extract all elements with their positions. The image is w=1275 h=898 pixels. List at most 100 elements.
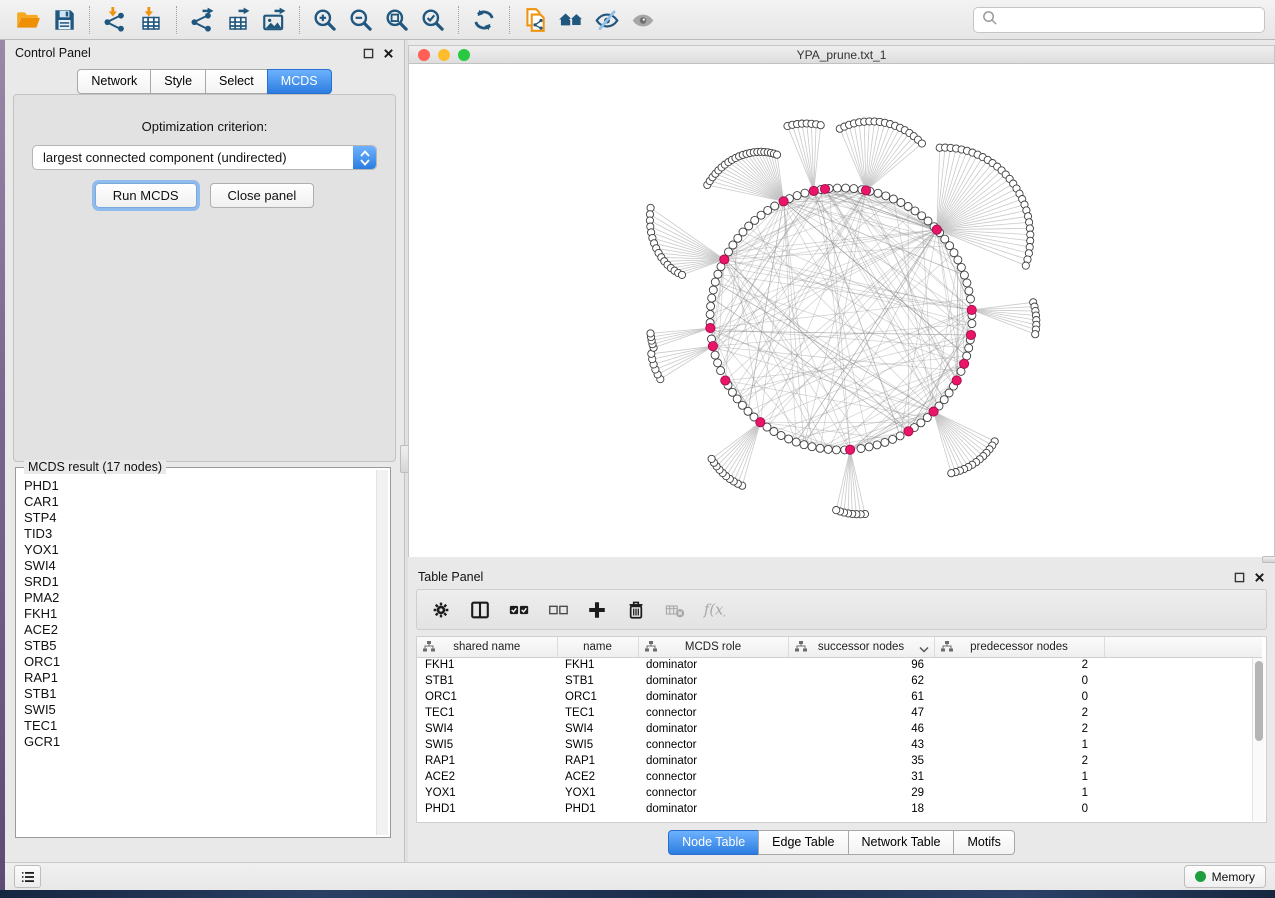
satellite-node[interactable] (918, 140, 925, 147)
network-canvas[interactable] (409, 64, 1274, 557)
ring-node[interactable] (960, 271, 968, 279)
ring-node[interactable] (711, 351, 719, 359)
import-network-button[interactable] (97, 4, 133, 36)
cell-predecessor-nodes[interactable]: 2 (934, 721, 1104, 737)
ring-node[interactable] (889, 195, 897, 203)
status-menu-button[interactable] (14, 865, 41, 888)
cell-shared-name[interactable]: STB1 (417, 673, 557, 689)
ring-node[interactable] (833, 184, 841, 192)
zoom-selected-button[interactable] (415, 4, 451, 36)
ring-node[interactable] (785, 435, 793, 443)
export-table-button[interactable] (220, 4, 256, 36)
column-header-name[interactable]: name (557, 637, 638, 657)
cell-predecessor-nodes[interactable]: 1 (934, 737, 1104, 753)
cell-predecessor-nodes[interactable]: 2 (934, 657, 1104, 673)
tab-edge-table[interactable]: Edge Table (758, 830, 848, 855)
mcds-hub-node[interactable] (960, 359, 969, 368)
mcds-result-item[interactable]: STP4 (24, 510, 374, 526)
cell-mcds-role[interactable]: connector (638, 769, 788, 785)
column-header-MCDS-role[interactable]: MCDS role (638, 637, 788, 657)
cell-shared-name[interactable]: YOX1 (417, 785, 557, 801)
mcds-result-item[interactable]: PMA2 (24, 590, 374, 606)
cell-name[interactable]: ACE2 (557, 769, 638, 785)
tab-style[interactable]: Style (150, 69, 206, 94)
ring-node[interactable] (711, 278, 719, 286)
cell-name[interactable]: RAP1 (557, 753, 638, 769)
ring-node[interactable] (717, 367, 725, 375)
tab-network-table[interactable]: Network Table (848, 830, 955, 855)
cell-predecessor-nodes[interactable]: 0 (934, 689, 1104, 705)
table-row[interactable]: SWI5SWI5connector431 (417, 737, 1262, 753)
table-row[interactable]: FKH1FKH1dominator962 (417, 657, 1262, 673)
ring-node[interactable] (816, 444, 824, 452)
cell-shared-name[interactable]: SWI5 (417, 737, 557, 753)
cell-name[interactable]: SWI4 (557, 721, 638, 737)
ring-node[interactable] (714, 359, 722, 367)
maximize-window-icon[interactable] (458, 49, 470, 61)
column-header-predecessor-nodes[interactable]: predecessor nodes (934, 637, 1104, 657)
cell-shared-name[interactable]: TEC1 (417, 705, 557, 721)
zoom-out-button[interactable] (343, 4, 379, 36)
cell-shared-name[interactable]: SWI4 (417, 721, 557, 737)
cell-mcds-role[interactable]: dominator (638, 689, 788, 705)
cell-mcds-role[interactable]: connector (638, 785, 788, 801)
mcds-hub-node[interactable] (967, 305, 976, 314)
close-panel-icon[interactable] (1254, 572, 1265, 583)
ring-node[interactable] (946, 242, 954, 250)
import-table-button[interactable] (133, 4, 169, 36)
ring-node[interactable] (714, 270, 722, 278)
cell-mcds-role[interactable]: dominator (638, 753, 788, 769)
add-button[interactable] (585, 598, 609, 622)
columns-button[interactable] (468, 598, 492, 622)
duplicate-network-button[interactable] (517, 4, 553, 36)
select-all-button[interactable] (507, 598, 531, 622)
ring-node[interactable] (792, 438, 800, 446)
satellite-node[interactable] (708, 455, 715, 462)
mcds-hub-node[interactable] (846, 445, 855, 454)
ring-node[interactable] (896, 432, 904, 440)
ring-node[interactable] (965, 344, 973, 352)
deselect-all-button[interactable] (546, 598, 570, 622)
mcds-hub-node[interactable] (756, 418, 765, 427)
mcds-result-item[interactable]: GCR1 (24, 734, 374, 750)
mcds-hub-node[interactable] (721, 376, 730, 385)
cell-successor-nodes[interactable]: 61 (788, 689, 934, 705)
cell-predecessor-nodes[interactable]: 0 (934, 673, 1104, 689)
cell-name[interactable]: STB1 (557, 673, 638, 689)
horizontal-splitter-grip[interactable] (1262, 556, 1275, 563)
cell-mcds-role[interactable]: connector (638, 705, 788, 721)
ring-node[interactable] (842, 184, 850, 192)
cell-name[interactable]: PHD1 (557, 801, 638, 817)
ring-node[interactable] (968, 320, 976, 328)
table-row[interactable]: RAP1RAP1dominator352 (417, 753, 1262, 769)
cell-predecessor-nodes[interactable]: 1 (934, 769, 1104, 785)
ring-node[interactable] (709, 286, 717, 294)
ring-node[interactable] (824, 445, 832, 453)
ring-node[interactable] (889, 435, 897, 443)
gear-button[interactable] (429, 598, 453, 622)
mcds-hub-node[interactable] (929, 407, 938, 416)
zoom-fit-button[interactable] (379, 4, 415, 36)
table-row[interactable]: TEC1TEC1connector472 (417, 705, 1262, 721)
cell-successor-nodes[interactable]: 35 (788, 753, 934, 769)
satellite-node[interactable] (948, 470, 955, 477)
table-row[interactable]: STB1STB1dominator620 (417, 673, 1262, 689)
cell-mcds-role[interactable]: dominator (638, 801, 788, 817)
float-panel-icon[interactable] (1234, 572, 1245, 583)
run-mcds-button[interactable]: Run MCDS (95, 183, 197, 208)
ring-node[interactable] (865, 443, 873, 451)
tab-mcds[interactable]: MCDS (267, 69, 332, 94)
table-scrollbar[interactable] (1252, 658, 1265, 821)
cell-predecessor-nodes[interactable]: 1 (934, 785, 1104, 801)
column-header-successor-nodes[interactable]: successor nodes (788, 637, 934, 657)
cell-shared-name[interactable]: ORC1 (417, 689, 557, 705)
ring-node[interactable] (967, 295, 975, 303)
mcds-result-item[interactable]: CAR1 (24, 494, 374, 510)
mcds-result-item[interactable]: TEC1 (24, 718, 374, 734)
ring-node[interactable] (957, 263, 965, 271)
satellite-node[interactable] (1022, 262, 1029, 269)
mcds-result-item[interactable]: YOX1 (24, 542, 374, 558)
ring-node[interactable] (777, 432, 785, 440)
satellite-node[interactable] (647, 330, 654, 337)
mcds-hub-node[interactable] (904, 427, 913, 436)
